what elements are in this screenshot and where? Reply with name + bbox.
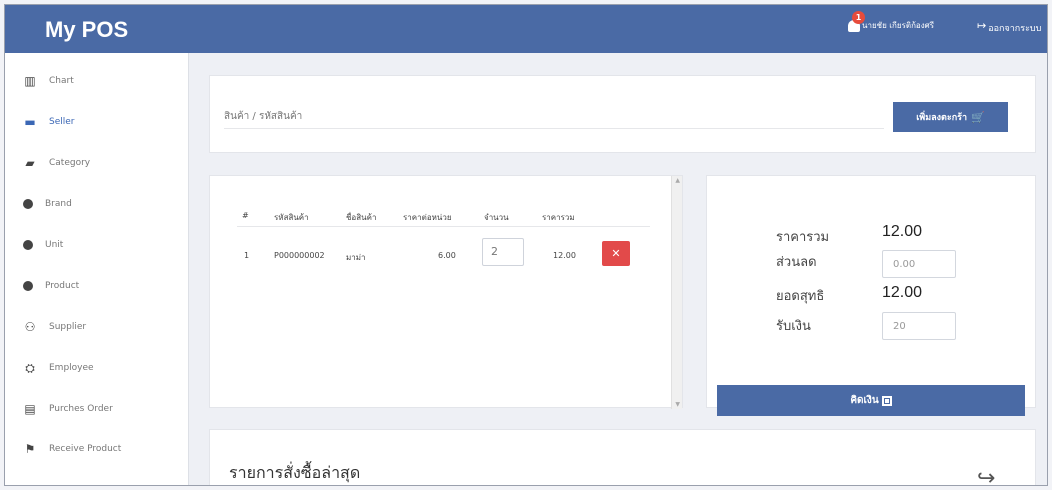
net-total-label: ยอดสุทธิ [776,289,825,304]
calculator-icon [881,395,892,406]
sidebar-item-label: Chart [49,76,74,86]
recent-orders-card: รายการสั่งซื้อล่าสุด ↪ [209,429,1036,485]
sidebar-item-label: Purches Order [49,404,113,414]
discount-input[interactable]: 0.00 [882,250,956,278]
sidebar-item-label: Brand [45,199,72,209]
recent-orders-title: รายการสั่งซื้อล่าสุด [229,463,361,482]
cart-row-name: มาม่า [346,253,366,262]
quantity-input[interactable]: 2 [482,238,524,266]
discount-label: ส่วนลด [776,255,817,270]
search-underline [224,128,884,129]
chart-icon: ▥ [24,74,36,88]
employee-icon: ⛭ [25,360,35,375]
app-title[interactable]: My POS [45,17,128,43]
sidebar: ▥ Chart ▬ Seller ▰ Category Brand Unit P… [5,53,189,485]
sidebar-item-label: Receive Product [49,444,122,454]
product-search-card: สินค้า / รหัสสินค้า เพิ่มลงตะกร้า 🛒 [209,75,1036,153]
unit-icon [23,240,33,250]
checkout-label: คิดเงิน [850,395,879,406]
payment-summary-card: ราคารวม 12.00 ส่วนลด 0.00 ยอดสุทธิ 12.00… [706,175,1036,416]
bell-icon[interactable]: 1 [848,10,865,32]
logout-icon: ↦ [977,19,987,32]
sidebar-item-label: Supplier [49,322,87,332]
sidebar-item-supplier[interactable]: ⚇ Supplier [23,317,86,337]
logout-label: ออกจากระบบ [988,24,1042,34]
cart-row-unit-price: 6.00 [438,251,456,260]
sidebar-item-category[interactable]: ▰ Category [23,153,90,173]
table-header-total: ราคารวม [542,213,575,222]
sidebar-item-label: Product [45,281,80,291]
logout-link[interactable]: ↦ ออกจากระบบ [977,19,1042,35]
notification-area[interactable]: 1 นายชัย เกียรติก้องศรี [848,10,934,32]
scroll-down-icon[interactable]: ▼ [675,401,680,408]
net-total-value: 12.00 [882,284,923,301]
store-icon: ▬ [24,115,36,129]
sidebar-item-unit[interactable]: Unit [23,235,63,255]
cart-row-index: 1 [244,251,250,260]
sidebar-item-purches-order[interactable]: ▤ Purches Order [23,399,113,419]
category-icon: ▰ [25,156,35,170]
add-to-cart-button[interactable]: เพิ่มลงตะกร้า 🛒 [893,102,1008,132]
cart-icon: 🛒 [971,110,985,124]
table-header-unit-price: ราคาต่อหน่วย [403,213,452,222]
checkout-button[interactable]: คิดเงิน [717,385,1025,416]
sidebar-item-employee[interactable]: ⛭ Employee [23,358,94,378]
close-icon: ✕ [611,247,621,260]
top-navbar: My POS 1 นายชัย เกียรติก้องศรี ↦ ออกจากร… [5,5,1047,53]
sidebar-item-label: Unit [45,240,64,250]
receive-icon: ⚑ [24,442,36,456]
sidebar-item-receive-product[interactable]: ⚑ Receive Product [23,439,122,459]
table-header-index: # [242,211,249,220]
document-icon: ▤ [24,402,36,416]
brand-icon [23,199,33,209]
table-header-code: รหัสสินค้า [274,213,309,222]
notification-badge: 1 [852,10,865,24]
sidebar-item-seller[interactable]: ▬ Seller [23,112,75,132]
table-header-divider [237,226,650,227]
cart-table-card: # รหัสสินค้า ชื่อสินค้า ราคาต่อหน่วย จำน… [209,175,683,409]
share-icon[interactable]: ↪ [977,466,995,485]
supplier-icon: ⚇ [24,320,36,334]
cart-row-total: 12.00 [553,251,576,260]
total-value: 12.00 [882,223,923,240]
add-to-cart-label: เพิ่มลงตะกร้า [916,113,968,123]
remove-item-button[interactable]: ✕ [602,241,630,266]
user-name: นายชัย เกียรติก้องศรี [862,21,934,30]
table-scrollbar[interactable]: ▲ ▼ [671,176,682,409]
cart-row-code: P000000002 [274,251,325,260]
scroll-up-icon[interactable]: ▲ [675,177,680,184]
app-window: My POS 1 นายชัย เกียรติก้องศรี ↦ ออกจากร… [4,4,1048,486]
sidebar-item-label: Seller [49,117,75,127]
sidebar-item-product[interactable]: Product [23,276,79,296]
product-search-input[interactable]: สินค้า / รหัสสินค้า [224,109,302,124]
sidebar-item-brand[interactable]: Brand [23,194,72,214]
table-header-name: ชื่อสินค้า [346,213,377,222]
product-icon [23,281,33,291]
total-label: ราคารวม [776,230,830,245]
received-input[interactable]: 20 [882,312,956,340]
sidebar-item-label: Employee [49,363,94,373]
table-header-quantity: จำนวน [484,213,509,222]
received-label: รับเงิน [776,319,811,334]
sidebar-item-label: Category [49,158,91,168]
sidebar-item-chart[interactable]: ▥ Chart [23,71,74,91]
